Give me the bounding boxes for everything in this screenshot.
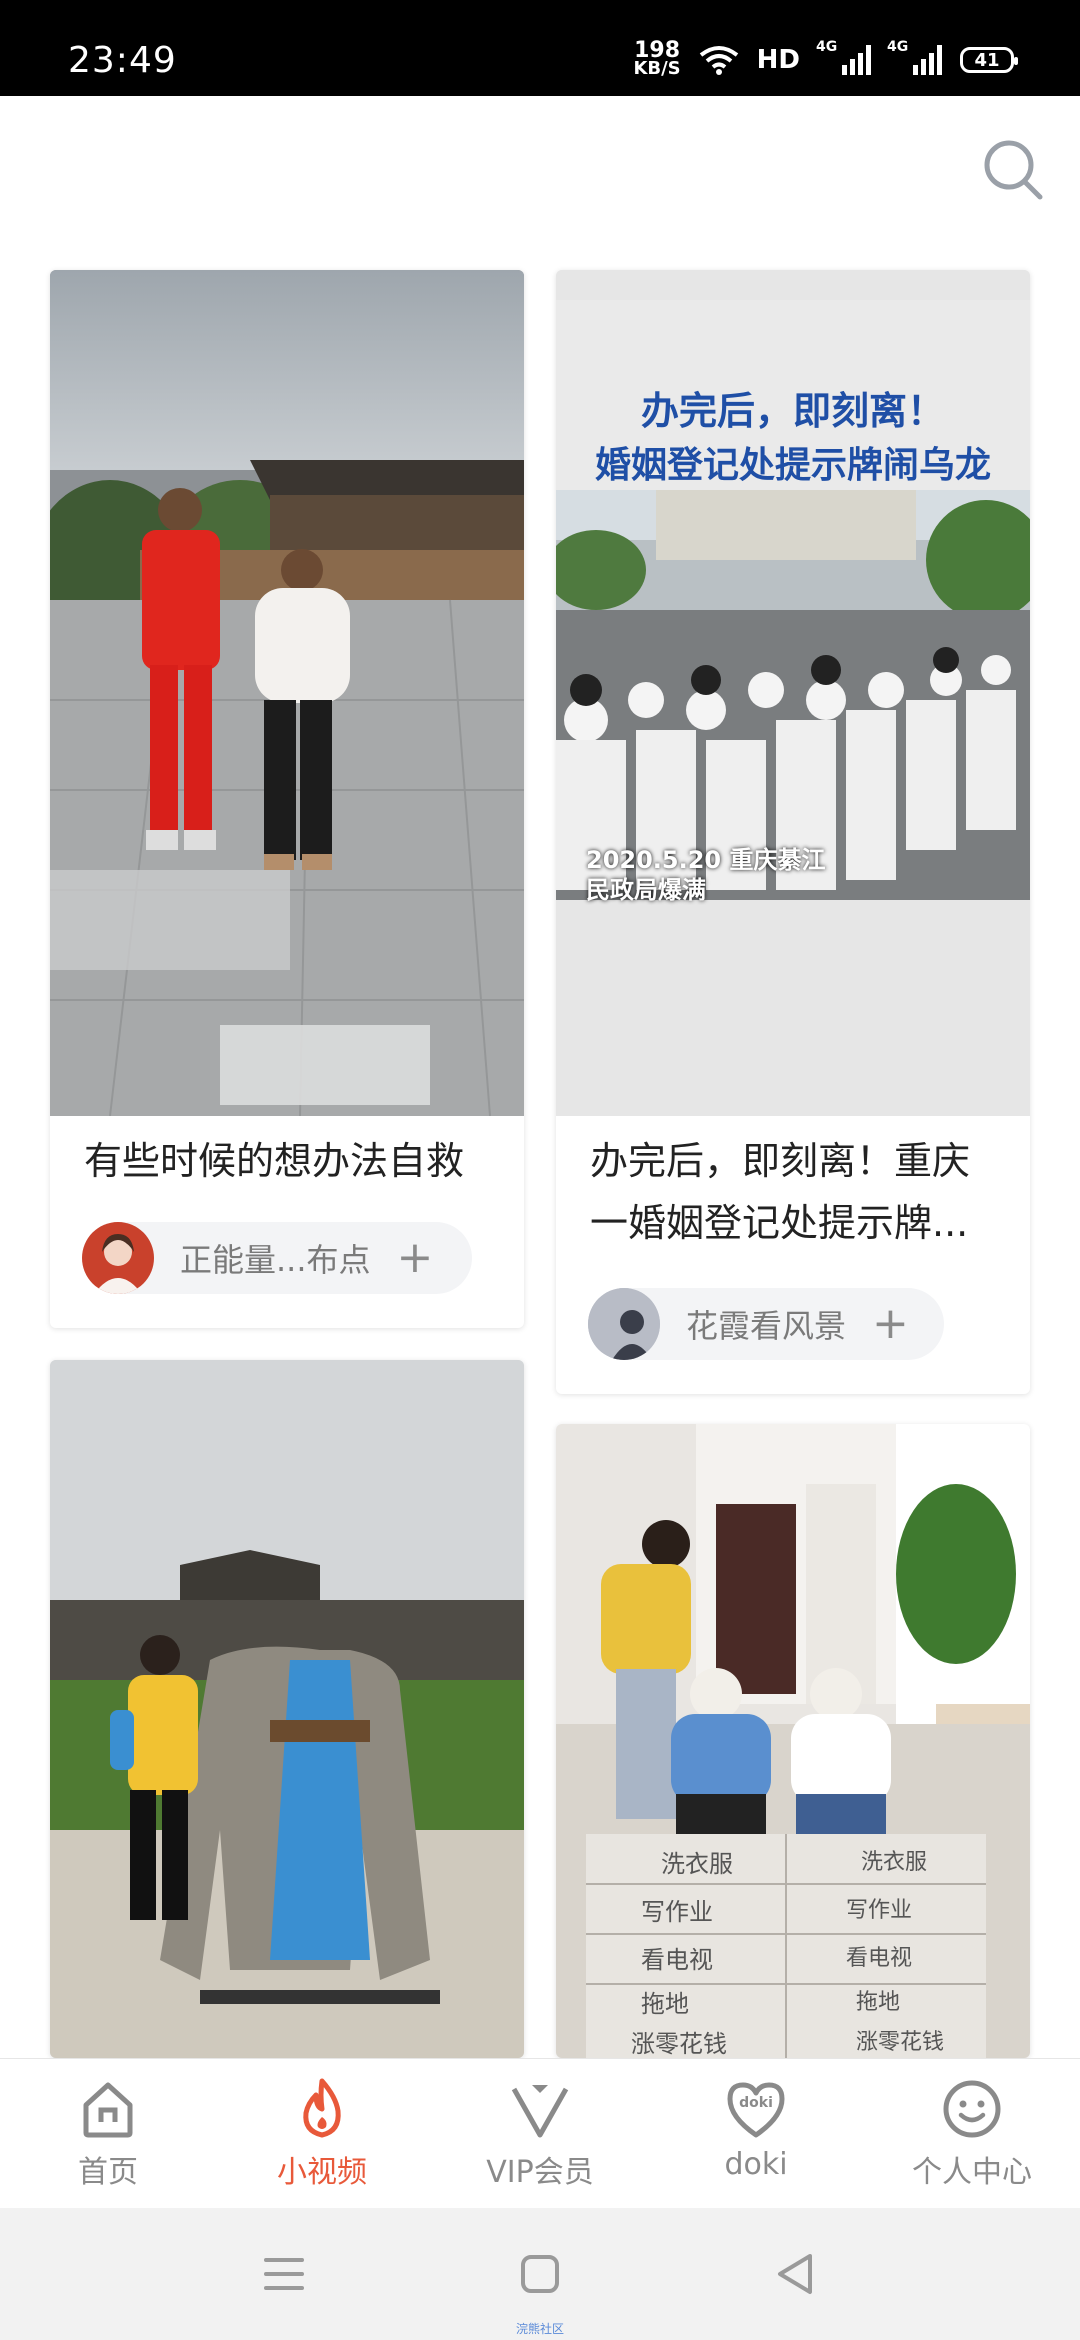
- tab-short-video[interactable]: 小视频: [242, 2077, 402, 2191]
- search-icon[interactable]: [978, 134, 1048, 204]
- home-icon: [83, 2082, 133, 2138]
- author-name[interactable]: 正能量...布点: [180, 1235, 371, 1281]
- doki-badge-text: doki: [739, 2095, 773, 2111]
- thumbnail-caption-2: 民政局爆满: [586, 876, 706, 904]
- signal-2-icon: 4G: [887, 39, 942, 75]
- floor-word: 写作业: [641, 1898, 713, 1926]
- tab-doki[interactable]: doki doki: [676, 2077, 836, 2182]
- bottom-tab-bar: 首页 小视频 VIP会员 doki doki 个人中心: [0, 2058, 1080, 2208]
- thumbnail-headline-1: 办完后，即刻离！: [640, 389, 945, 433]
- floor-word: 洗衣服: [661, 1850, 733, 1878]
- signal-1-icon: 4G: [816, 39, 871, 75]
- tab-label: VIP会员: [486, 2155, 594, 2190]
- video-card[interactable]: 洗衣服 写作业 看电视 拖地 涨零花钱 洗衣服 写作业 看电视 拖地 涨零花钱: [556, 1424, 1030, 2058]
- watermark-text: 浣熊社区: [515, 2322, 564, 2336]
- tab-profile[interactable]: 个人中心: [892, 2077, 1052, 2191]
- tab-vip[interactable]: VIP会员: [460, 2077, 620, 2191]
- home-square-icon[interactable]: [520, 2254, 560, 2294]
- floor-word: 洗衣服: [861, 1850, 928, 1875]
- network-speed-unit: KB/S: [633, 58, 681, 79]
- avatar[interactable]: [82, 1222, 154, 1294]
- thumbnail-kids-chores: [556, 1424, 1030, 2058]
- video-card[interactable]: [50, 1360, 524, 2058]
- thumbnail-costume-statue: [50, 1360, 524, 2058]
- battery-level: 41: [974, 49, 1000, 71]
- author-name[interactable]: 花霞看风景: [686, 1301, 846, 1347]
- follow-button[interactable]: +: [397, 1236, 434, 1280]
- floor-word: 看电视: [846, 1946, 913, 1971]
- floor-word: 涨零花钱: [856, 2030, 945, 2055]
- follow-button[interactable]: +: [872, 1302, 909, 1346]
- author-pill[interactable]: 正能量...布点 +: [82, 1222, 472, 1294]
- author-pill[interactable]: 花霞看风景 +: [588, 1288, 944, 1360]
- card-title-line-2[interactable]: 一婚姻登记处提示牌...: [590, 1192, 996, 1254]
- thumbnail-headline-2: 婚姻登记处提示牌闹乌龙: [594, 445, 991, 486]
- floor-word: 写作业: [846, 1898, 913, 1923]
- card-title-line-1[interactable]: 办完后，即刻离！重庆: [590, 1130, 996, 1192]
- back-icon[interactable]: [774, 2252, 816, 2296]
- system-nav-bar: 浣熊社区: [0, 2208, 1080, 2340]
- video-card[interactable]: 办完后，即刻离！ 婚姻登记处提示牌闹乌龙 2020.5.20 重庆綦江 民政局爆…: [556, 270, 1030, 1394]
- flame-icon: [303, 2078, 341, 2138]
- signal-1-label: 4G: [816, 39, 838, 55]
- tab-label: doki: [724, 2147, 788, 2182]
- card-title[interactable]: 办完后，即刻离！重庆 一婚姻登记处提示牌...: [556, 1130, 1030, 1254]
- hd-label: HD: [756, 45, 800, 75]
- avatar[interactable]: [588, 1288, 660, 1360]
- tab-home[interactable]: 首页: [28, 2077, 188, 2191]
- tab-label: 小视频: [277, 2155, 367, 2190]
- floor-word: 拖地: [641, 1990, 689, 2018]
- status-indicators: 198 KB/S HD 4G 4G 41: [633, 39, 1018, 79]
- network-speed: 198 KB/S: [633, 40, 681, 79]
- doki-heart-icon: doki: [724, 2077, 788, 2141]
- status-bar: 23:49 198 KB/S HD 4G 4G 41: [0, 0, 1080, 96]
- status-time: 23:49: [68, 40, 177, 81]
- tab-label: 首页: [78, 2155, 138, 2190]
- menu-icon[interactable]: [262, 2254, 306, 2294]
- wifi-icon: [699, 46, 738, 75]
- floor-word: 看电视: [641, 1946, 713, 1974]
- floor-word: 拖地: [856, 1990, 901, 2015]
- signal-2-label: 4G: [887, 39, 909, 55]
- thumbnail-couple-square: [50, 270, 524, 1116]
- video-thumbnail[interactable]: [50, 270, 524, 1116]
- card-title[interactable]: 有些时候的想办法自救: [50, 1130, 524, 1192]
- battery-icon: 41: [960, 47, 1018, 73]
- video-thumbnail[interactable]: 洗衣服 写作业 看电视 拖地 涨零花钱 洗衣服 写作业 看电视 拖地 涨零花钱: [556, 1424, 1030, 2058]
- smiley-icon: [943, 2080, 1001, 2138]
- tab-label: 个人中心: [912, 2155, 1032, 2190]
- video-thumbnail[interactable]: 办完后，即刻离！ 婚姻登记处提示牌闹乌龙 2020.5.20 重庆綦江 民政局爆…: [556, 270, 1030, 1116]
- video-thumbnail[interactable]: [50, 1360, 524, 2058]
- vip-icon: [511, 2085, 569, 2138]
- floor-word: 涨零花钱: [631, 2030, 727, 2058]
- video-card[interactable]: 有些时候的想办法自救 正能量...布点 +: [50, 270, 524, 1328]
